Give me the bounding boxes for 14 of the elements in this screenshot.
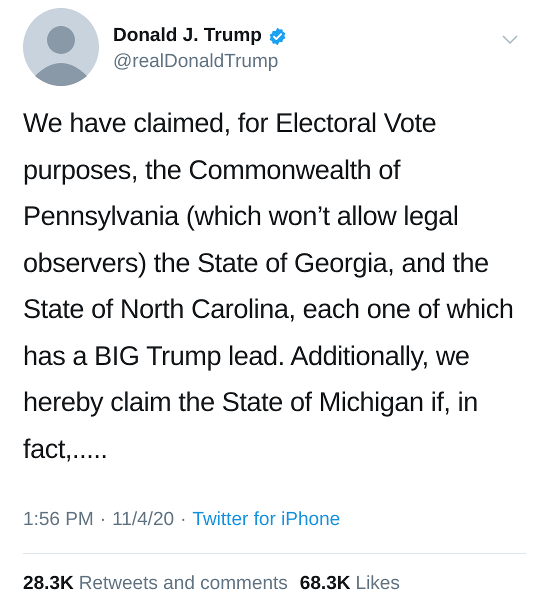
separator-dot: · bbox=[100, 508, 106, 532]
user-handle[interactable]: @realDonaldTrump bbox=[113, 50, 502, 74]
stat-label[interactable]: Likes bbox=[356, 570, 400, 598]
avatar[interactable] bbox=[23, 8, 99, 86]
separator-dot: · bbox=[180, 508, 186, 532]
tweet-text: We have claimed, for Electoral Vote purposes, the Commonwealth of Pennsylvania (which won’t allow legal observers) the State of Georgia, and the State of North Carolina, each one of which has a BIG Trump lead. Additionally, we hereby claim the State of Michigan if, in fact,..... bbox=[23, 107, 514, 466]
stat-count: 28.3K bbox=[23, 572, 74, 596]
source-link[interactable]: Twitter for iPhone bbox=[192, 506, 340, 534]
stat-count: 68.3K bbox=[300, 572, 350, 596]
stat-label[interactable]: Retweets and comments bbox=[78, 570, 288, 598]
tweet-date: 11/4/20 bbox=[112, 508, 174, 532]
tweet-time: 1:56 PM bbox=[23, 508, 94, 532]
display-name[interactable]: Donald J. Trump bbox=[113, 24, 262, 48]
chevron-down-icon[interactable] bbox=[502, 35, 518, 45]
